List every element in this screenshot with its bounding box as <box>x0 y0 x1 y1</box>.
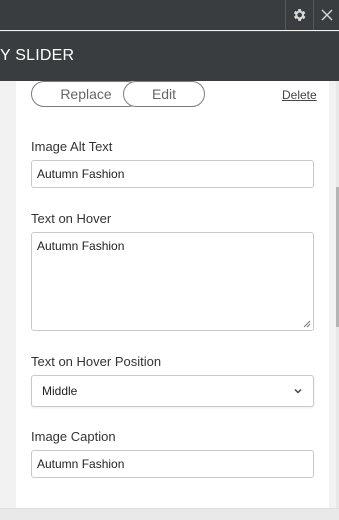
top-toolbar <box>0 0 339 30</box>
close-button[interactable] <box>314 0 339 30</box>
caption-input[interactable]: Autumn Fashion <box>31 450 314 478</box>
hover-text-label: Text on Hover <box>31 211 112 226</box>
edit-button[interactable]: Edit <box>123 81 205 107</box>
chevron-down-icon <box>294 388 302 394</box>
close-icon <box>321 9 333 21</box>
resize-handle-icon[interactable] <box>303 320 311 328</box>
bottom-bar <box>0 508 339 520</box>
gear-icon <box>293 9 306 21</box>
alt-text-label: Image Alt Text <box>31 139 113 154</box>
alt-text-input[interactable]: Autumn Fashion <box>31 160 314 188</box>
settings-button[interactable] <box>286 0 312 30</box>
caption-label: Image Caption <box>31 429 116 444</box>
settings-panel: Replace Edit Delete Image Alt Text Autum… <box>16 81 329 508</box>
hover-text-value: Autumn Fashion <box>37 239 125 253</box>
delete-link[interactable]: Delete <box>282 88 317 102</box>
panel-header: Y SLIDER <box>0 31 339 81</box>
panel-title: Y SLIDER <box>0 47 75 64</box>
hover-position-value: Middle <box>42 384 78 398</box>
hover-position-label: Text on Hover Position <box>31 354 162 369</box>
hover-text-textarea[interactable]: Autumn Fashion <box>31 232 314 331</box>
hover-position-select[interactable]: Middle <box>31 375 314 407</box>
